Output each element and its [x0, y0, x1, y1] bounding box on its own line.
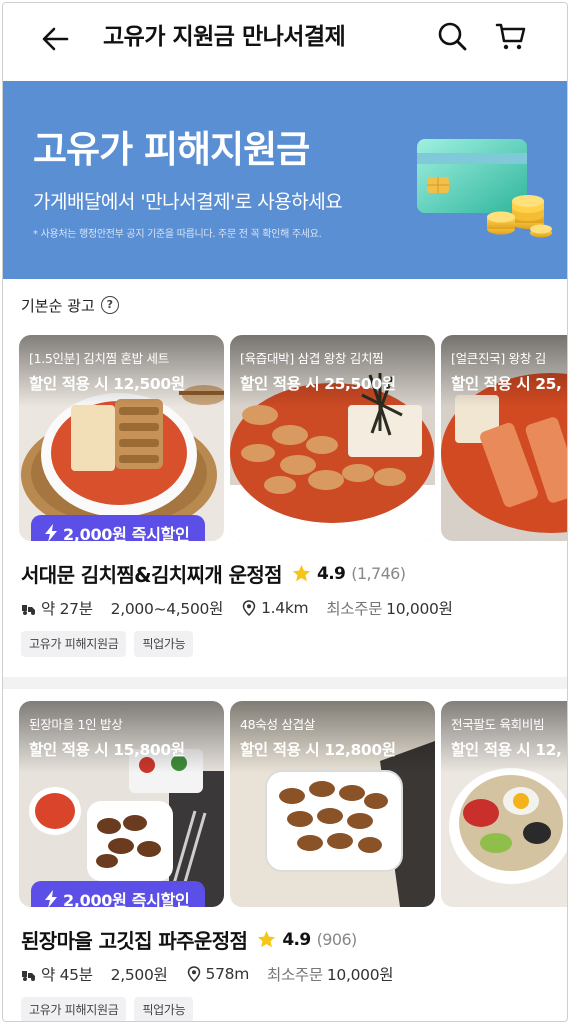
delivery-fee: 2,000~4,500원 — [110, 600, 224, 618]
coupon-label: 2,000원 즉시할인 — [63, 891, 190, 907]
location-pin-icon — [242, 600, 256, 616]
sort-row: 기본순 광고 ? — [21, 293, 119, 317]
delivery-bike-icon — [22, 971, 35, 981]
banner-note: * 사용처는 행정안전부 공지 기준을 따릅니다. 주문 전 꼭 확인해 주세요… — [33, 229, 322, 240]
store-name[interactable]: 서대문 김치찜&김치찌개 운정점 — [21, 559, 283, 588]
menu-carousel[interactable]: [1.5인분] 김치찜 혼밥 세트 할인 적용 시 12,500원 [육즙대박]… — [19, 335, 567, 541]
min-order-label: 최소주문 — [326, 600, 383, 618]
delivery-time: 약 27분 — [41, 600, 93, 618]
min-order-value: 10,000원 — [326, 966, 394, 984]
menu-thumbnail[interactable]: 전국팔도 육회비빔 할인 적용 시 12, — [441, 701, 567, 907]
menu-thumbnail[interactable]: [1.5인분] 김치찜 혼밥 세트 할인 적용 시 12,500원 — [19, 335, 224, 541]
delivery-info: 약 27분 2,000~4,500원 1.4km 최소주문 10,000원 — [21, 597, 453, 619]
menu-price: 할인 적용 시 15,800원 — [29, 741, 185, 759]
store-tags: 고유가 피해지원금 픽업가능 — [21, 997, 194, 1021]
menu-carousel[interactable]: 된장마을 1인 밥상 할인 적용 시 15,800원 48숙성 삼겹살 할인 적… — [19, 701, 567, 907]
tag-pickup: 픽업가능 — [134, 997, 194, 1021]
menu-name: [얼큰진국] 왕창 김 — [451, 351, 546, 366]
instant-discount-badge: 2,000원 즉시할인 — [31, 515, 206, 541]
distance: 1.4km — [261, 599, 309, 617]
min-order-label: 최소주문 — [267, 966, 323, 984]
star-icon — [292, 564, 311, 582]
store-tags: 고유가 피해지원금 픽업가능 — [21, 631, 194, 657]
section-divider — [3, 677, 567, 689]
store-title-row: 서대문 김치찜&김치찌개 운정점 4.9 (1,746) — [21, 559, 406, 588]
menu-price: 할인 적용 시 12,500원 — [29, 375, 185, 393]
review-count: (1,746) — [351, 564, 406, 583]
search-icon[interactable] — [435, 19, 469, 53]
store-title-row: 된장마을 고깃집 파주운정점 4.9 (906) — [21, 925, 357, 954]
coupon-label: 2,000원 즉시할인 — [63, 525, 190, 541]
location-pin-icon — [187, 966, 200, 982]
credit-card-coins-illustration — [417, 139, 552, 238]
delivery-info: 약 45분 2,500원 578m 최소주문 10,000원 — [21, 963, 394, 985]
help-circle-icon[interactable]: ? — [100, 296, 119, 314]
menu-thumbnail[interactable]: 된장마을 1인 밥상 할인 적용 시 15,800원 — [19, 701, 224, 907]
menu-price: 할인 적용 시 25, — [451, 375, 562, 393]
menu-name: 된장마을 1인 밥상 — [29, 717, 123, 732]
star-icon — [258, 930, 276, 948]
menu-name: 48숙성 삼겹살 — [240, 717, 315, 732]
banner-title: 고유가 피해지원금 — [33, 128, 310, 171]
rating-value: 4.9 — [282, 929, 311, 950]
banner-subtitle: 가게배달에서 '만나서결제'로 사용하세요 — [33, 191, 343, 213]
menu-name: [육즙대박] 삼겹 왕창 김치찜 — [240, 351, 384, 366]
menu-price: 할인 적용 시 12, — [451, 741, 562, 759]
menu-name: 전국팔도 육회비빔 — [451, 717, 545, 732]
rating-value: 4.9 — [316, 563, 346, 584]
back-arrow-icon[interactable] — [37, 21, 73, 57]
sort-label[interactable]: 기본순 광고 — [21, 295, 95, 316]
app-frame: 고유가 지원금 만나서결제 고유가 피해지원금 가게배달에서 '만나서결제'로 … — [2, 2, 568, 1022]
menu-thumbnail[interactable]: 48숙성 삼겹살 할인 적용 시 12,800원 — [230, 701, 435, 907]
lightning-bolt-icon — [45, 524, 57, 541]
menu-thumbnail[interactable]: [얼큰진국] 왕창 김 할인 적용 시 25, — [441, 335, 567, 541]
promo-banner[interactable]: 고유가 피해지원금 가게배달에서 '만나서결제'로 사용하세요 * 사용처는 행… — [3, 81, 567, 279]
menu-price: 할인 적용 시 25,500원 — [240, 375, 396, 393]
distance: 578m — [205, 965, 250, 983]
menu-thumbnail[interactable]: [육즙대박] 삼겹 왕창 김치찜 할인 적용 시 25,500원 — [230, 335, 435, 541]
delivery-fee: 2,500원 — [110, 966, 168, 984]
tag-fuel-subsidy: 고유가 피해지원금 — [21, 631, 127, 657]
cart-icon[interactable] — [493, 18, 529, 54]
lightning-bolt-icon — [45, 890, 57, 907]
store-name[interactable]: 된장마을 고깃집 파주운정점 — [21, 925, 248, 954]
delivery-time: 약 45분 — [41, 966, 93, 984]
tag-fuel-subsidy: 고유가 피해지원금 — [21, 997, 127, 1021]
menu-price: 할인 적용 시 12,800원 — [240, 741, 396, 759]
instant-discount-badge: 2,000원 즉시할인 — [31, 881, 206, 907]
delivery-bike-icon — [22, 605, 35, 615]
top-app-bar: 고유가 지원금 만나서결제 — [3, 3, 567, 79]
min-order-value: 10,000원 — [386, 600, 453, 618]
page-title: 고유가 지원금 만나서결제 — [103, 24, 346, 50]
tag-pickup: 픽업가능 — [134, 631, 194, 657]
review-count: (906) — [316, 930, 358, 949]
menu-name: [1.5인분] 김치찜 혼밥 세트 — [29, 351, 169, 366]
